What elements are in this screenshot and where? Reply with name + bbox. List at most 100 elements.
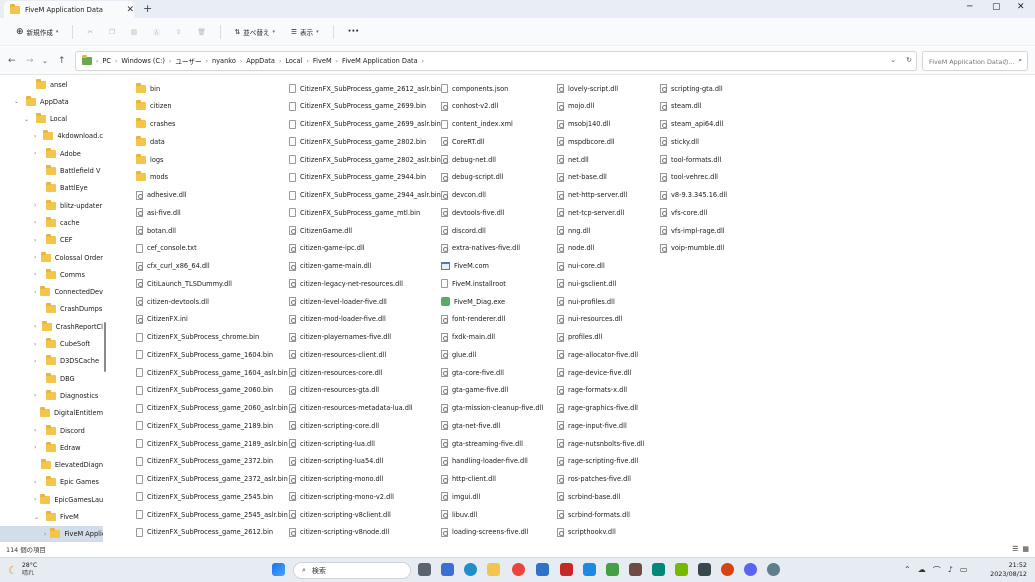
file-item[interactable]: rage-allocator-five.dll <box>557 346 638 363</box>
address-bar[interactable]: › PC › Windows (C:) › ユーザー › nyanko › Ap… <box>75 51 917 71</box>
tray-chevron-icon[interactable]: ⌃ <box>904 565 911 576</box>
file-item[interactable]: FiveM.installroot <box>441 275 506 292</box>
chevron-right-icon[interactable]: › <box>34 133 39 140</box>
file-item[interactable]: gta-game-five.dll <box>441 382 508 399</box>
app-icon[interactable] <box>721 563 734 576</box>
forward-arrow-icon[interactable]: → <box>26 56 34 66</box>
app-icon[interactable] <box>652 563 665 576</box>
nvidia-icon[interactable] <box>675 563 688 576</box>
sidebar-item[interactable]: › 4kdownload.c <box>0 128 103 145</box>
file-item[interactable]: asi-five.dll <box>136 204 181 221</box>
file-item[interactable]: loading-screens-five.dll <box>441 524 528 541</box>
file-item[interactable]: http-client.dll <box>441 471 496 488</box>
file-explorer-icon[interactable] <box>487 563 500 576</box>
chevron-right-icon[interactable]: › <box>34 202 42 209</box>
sidebar-item[interactable]: › ConnectedDev <box>0 284 103 301</box>
file-item[interactable]: citizen-level-loader-five.dll <box>289 293 387 310</box>
view-button[interactable]: ☰ 表示 ▾ <box>285 25 325 39</box>
sidebar-item[interactable]: › CubeSoft <box>0 336 103 353</box>
tab-close-icon[interactable]: ✕ <box>126 5 134 15</box>
file-item[interactable]: cfx_curl_x86_64.dll <box>136 258 210 275</box>
settings-icon[interactable] <box>767 563 780 576</box>
photos-icon[interactable] <box>583 563 596 576</box>
chevron-right-icon[interactable]: › <box>34 341 42 348</box>
file-item[interactable]: tool-formats.dll <box>660 151 721 168</box>
sidebar-scrollbar[interactable] <box>104 322 106 372</box>
file-item[interactable]: adhesive.dll <box>136 187 187 204</box>
maximize-button[interactable]: ▢ <box>992 2 1001 12</box>
file-item[interactable]: CitizenFX_SubProcess_game_2189_aslr.bin <box>136 435 288 452</box>
file-item[interactable]: fxdk-main.dll <box>441 329 495 346</box>
file-item[interactable]: CitizenFX_SubProcess_game_1604.bin <box>136 346 273 363</box>
sidebar-item[interactable]: BattlEye <box>0 180 103 197</box>
file-item[interactable]: conhost-v2.dll <box>441 98 498 115</box>
sidebar-item[interactable]: › blitz-updater <box>0 197 103 214</box>
chevron-down-icon[interactable]: ⌄ <box>24 116 32 123</box>
search-input[interactable]: FiveM Application Dataの... ⌕ <box>922 51 1028 71</box>
file-item[interactable]: CitizenFX_SubProcess_chrome.bin <box>136 329 259 346</box>
file-item[interactable]: steam.dll <box>660 98 702 115</box>
sidebar-item[interactable]: DBG <box>0 370 103 387</box>
sidebar-item[interactable]: ⌄ Local <box>0 111 103 128</box>
file-item[interactable]: scrbind-base.dll <box>557 488 620 505</box>
file-item[interactable]: CitizenFX_SubProcess_game_2944.bin <box>289 169 426 186</box>
folder-item[interactable]: citizen <box>136 98 172 115</box>
file-item[interactable]: rage-graphics-five.dll <box>557 400 638 417</box>
chevron-right-icon[interactable]: › <box>34 323 38 330</box>
file-item[interactable]: CoreRT.dll <box>441 133 485 150</box>
share-button[interactable]: ⇪ <box>170 26 188 38</box>
sidebar-item[interactable]: DigitalEntitlem <box>0 405 103 422</box>
history-chevron-icon[interactable]: ⌄ <box>890 56 896 64</box>
app-icon[interactable] <box>698 563 711 576</box>
sidebar-item[interactable]: CrashDumps <box>0 301 103 318</box>
file-item[interactable]: CitizenFX_SubProcess_game_2802.bin <box>289 133 426 150</box>
file-item[interactable]: mojo.dll <box>557 98 594 115</box>
file-item[interactable]: CitizenFX_SubProcess_game_2802_aslr.bin <box>289 151 441 168</box>
chevron-right-icon[interactable]: › <box>34 219 42 226</box>
file-item[interactable]: nui-gsclient.dll <box>557 275 616 292</box>
file-item[interactable]: CitizenFX_SubProcess_game_1604_aslr.bin <box>136 364 288 381</box>
more-button[interactable]: ··· <box>342 24 365 39</box>
app-icon[interactable] <box>629 563 642 576</box>
start-icon[interactable] <box>272 563 285 576</box>
file-item[interactable]: citizen-scripting-v8client.dll <box>289 506 391 523</box>
file-item[interactable]: font-renderer.dll <box>441 311 505 328</box>
mail-icon[interactable] <box>536 563 549 576</box>
file-item[interactable]: rage-formats-x.dll <box>557 382 627 399</box>
file-item[interactable]: rage-nutsnbolts-five.dll <box>557 435 644 452</box>
file-item[interactable]: FiveM_Diag.exe <box>441 293 505 310</box>
file-item[interactable]: nui-resources.dll <box>557 311 622 328</box>
file-item[interactable]: CitizenFX_SubProcess_game_2060.bin <box>136 382 273 399</box>
sidebar-item[interactable]: Battlefield V <box>0 163 103 180</box>
sidebar-item[interactable]: ⌄ FiveM <box>0 509 103 526</box>
file-item[interactable]: rage-input-five.dll <box>557 417 627 434</box>
file-item[interactable]: citizen-scripting-mono-v2.dll <box>289 488 394 505</box>
file-item[interactable]: voip-mumble.dll <box>660 240 724 257</box>
file-item[interactable]: citizen-devtools.dll <box>136 293 209 310</box>
chevron-right-icon[interactable]: › <box>34 358 42 365</box>
file-item[interactable]: msobj140.dll <box>557 116 610 133</box>
breadcrumb-appdata[interactable]: AppData <box>246 57 275 65</box>
chevron-right-icon[interactable]: › <box>34 496 36 503</box>
file-item[interactable]: citizen-game-main.dll <box>289 258 371 275</box>
file-item[interactable]: citizen-game-ipc.dll <box>289 240 365 257</box>
file-item[interactable]: citizen-mod-loader-five.dll <box>289 311 386 328</box>
file-item[interactable]: nui-profiles.dll <box>557 293 615 310</box>
file-item[interactable]: CitizenFX_SubProcess_game_2189.bin <box>136 417 273 434</box>
weather-widget[interactable]: ☾ 28°C 晴れ <box>8 562 37 578</box>
file-item[interactable]: CitizenFX.ini <box>136 311 188 328</box>
file-item[interactable]: CitizenFX_SubProcess_game_2944_aslr.bin <box>289 187 441 204</box>
sidebar-item[interactable]: › Diagnostics <box>0 387 103 404</box>
battery-icon[interactable]: ▭ <box>960 565 968 576</box>
file-item[interactable]: vfs-impl-rage.dll <box>660 222 725 239</box>
file-item[interactable]: CitizenFX_SubProcess_game_2699.bin <box>289 98 426 115</box>
file-item[interactable]: CitizenFX_SubProcess_game_2372_aslr.bin <box>136 471 288 488</box>
close-button[interactable]: ✕ <box>1017 2 1025 12</box>
file-item[interactable]: CitizenFX_SubProcess_game_2612_aslr.bin <box>289 80 441 97</box>
sidebar-item[interactable]: ansel <box>0 76 103 93</box>
chevron-right-icon[interactable]: › <box>34 254 37 261</box>
new-button[interactable]: ⊕ 新規作成 ▾ <box>10 25 64 39</box>
app-icon[interactable] <box>560 563 573 576</box>
back-arrow-icon[interactable]: ← <box>8 56 16 66</box>
file-item[interactable]: CitizenFX_SubProcess_game_2372.bin <box>136 453 273 470</box>
